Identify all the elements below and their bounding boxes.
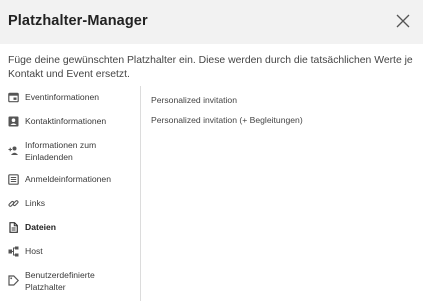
dialog-title: Platzhalter-Manager xyxy=(8,13,148,29)
sidebar-item-label: Benutzerdefinierte Platzhalter xyxy=(25,270,95,292)
placeholder-list: Personalized invitation Personalized inv… xyxy=(141,86,423,301)
dialog-description: Füge deine gewünschten Platzhalter ein. … xyxy=(8,55,413,80)
sidebar-item-kontaktinformationen[interactable]: Kontaktinformationen xyxy=(0,114,139,130)
sidebar-item-label: Kontaktinformationen xyxy=(25,116,107,126)
close-icon[interactable] xyxy=(396,14,410,28)
contact-card-icon xyxy=(8,116,19,127)
sidebar-item-anmeldeinformationen[interactable]: Anmeldeinformationen xyxy=(0,172,139,188)
sidebar-item-dateien[interactable]: Dateien xyxy=(0,220,139,236)
sidebar-item-label: Eventinformationen xyxy=(25,92,100,102)
sidebar-item-host[interactable]: Host xyxy=(0,244,139,260)
placeholder-item-personalized-invitation-begleitungen[interactable]: Personalized invitation (+ Begleitungen) xyxy=(151,114,303,126)
file-icon xyxy=(8,222,19,233)
placeholder-item-personalized-invitation[interactable]: Personalized invitation xyxy=(151,94,237,106)
sidebar-item-eventinformationen[interactable]: Eventinformationen xyxy=(0,90,139,106)
dialog-header: Platzhalter-Manager xyxy=(0,0,423,44)
sidebar-item-label: Links xyxy=(25,198,46,208)
hierarchy-icon xyxy=(8,246,19,257)
person-add-icon xyxy=(8,145,19,156)
link-icon xyxy=(8,198,19,209)
sidebar-item-einladender[interactable]: Informationen zum Einladenden xyxy=(0,138,139,166)
list-form-icon xyxy=(8,174,19,185)
tag-icon xyxy=(8,275,19,286)
sidebar-item-label: Dateien xyxy=(25,222,57,232)
placeholder-category-sidebar: Eventinformationen Kontaktinformationen … xyxy=(0,86,141,301)
sidebar-item-benutzerdefinierte-platzhalter[interactable]: Benutzerdefinierte Platzhalter xyxy=(0,268,139,296)
sidebar-item-label: Informationen zum Einladenden xyxy=(25,140,97,162)
sidebar-item-label: Anmeldeinformationen xyxy=(25,174,111,184)
sidebar-item-links[interactable]: Links xyxy=(0,196,139,212)
sidebar-item-label: Host xyxy=(25,246,43,256)
calendar-card-icon xyxy=(8,92,19,103)
